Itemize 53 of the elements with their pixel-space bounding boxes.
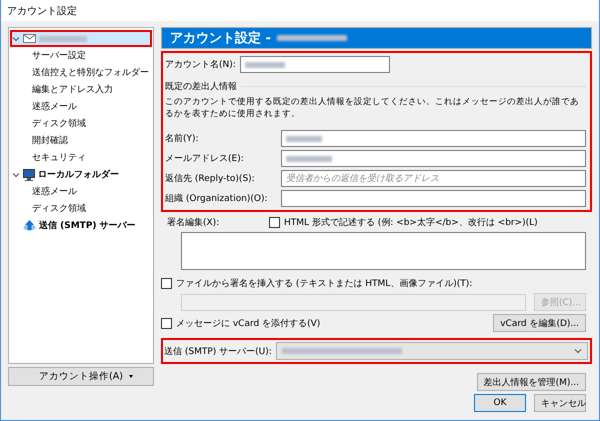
chevron-icon[interactable]	[574, 347, 582, 355]
chevron-icon[interactable]	[12, 170, 20, 178]
checkbox-label: HTML 形式で記述する (例: <b>太字</b>、改行は <br>)(L)	[284, 216, 538, 229]
field-label: メールアドレス(E):	[165, 153, 245, 165]
blurred-text	[244, 62, 285, 68]
input-field[interactable]	[281, 130, 586, 147]
field-label: 組織 (Organization)(O):	[165, 192, 269, 205]
field-label: 送信 (SMTP) サーバー(U):	[164, 346, 272, 358]
checkbox-label: メッセージに vCard を添付する(V)	[176, 318, 320, 330]
tree-item[interactable]: 送信 (SMTP) サーバー	[10, 217, 152, 234]
blurred-text	[39, 36, 87, 42]
ok-button[interactable]: OK	[474, 394, 526, 412]
signature-text-area[interactable]	[181, 232, 586, 270]
tree-item[interactable]: 開封確認	[10, 132, 152, 149]
envelope-icon	[23, 34, 36, 43]
chevron-icon[interactable]	[12, 34, 20, 42]
blurred-text	[276, 35, 347, 41]
tree-item[interactable]: ディスク領域	[10, 115, 152, 132]
description-text: このアカウントで使用する既定の差出人情報を設定してください。これはメッセージの差出人が誰であるかを表すために使用されます。	[165, 96, 580, 120]
checkbox[interactable]	[269, 217, 280, 228]
tree-item[interactable]: 迷惑メール	[10, 183, 152, 200]
tree-item[interactable]: 送信控えと特別なフォルダー	[10, 64, 152, 81]
input-field[interactable]	[281, 190, 586, 207]
input-field[interactable]	[281, 150, 586, 167]
group-legend: 既定の差出人情報	[165, 80, 237, 93]
upload-icon	[23, 220, 36, 231]
input-field[interactable]: 受信者からの返信を受け取るアドレス	[281, 170, 586, 187]
caret-icon	[129, 375, 133, 378]
tree-item[interactable]: ディスク領域	[10, 200, 152, 217]
tree-item[interactable]: 迷惑メール	[10, 98, 152, 115]
file-path-field[interactable]	[181, 294, 526, 310]
field-label: アカウント名(N):	[165, 58, 236, 71]
panel-header: アカウント設定 -	[161, 27, 592, 49]
field-label: 返信先 (Reply-to)(S):	[165, 172, 256, 185]
account-actions-button[interactable]: アカウント操作(A)	[8, 367, 154, 386]
tree-item[interactable]	[10, 30, 152, 47]
blurred-text	[286, 136, 322, 142]
checkbox[interactable]	[161, 278, 172, 289]
window-title: アカウント設定	[7, 4, 77, 18]
tree-item[interactable]: セキュリティ	[10, 149, 152, 166]
cancel-button[interactable]: キャンセル	[534, 394, 586, 412]
computer-icon	[23, 168, 35, 180]
tree-item[interactable]: サーバー設定	[10, 47, 152, 64]
tree-item[interactable]: 編集とアドレス入力	[10, 81, 152, 98]
blurred-text	[286, 156, 332, 162]
input-field[interactable]	[240, 56, 390, 73]
tree-item[interactable]: ローカルフォルダー	[10, 166, 152, 183]
manage-identities-button[interactable]: 差出人情報を管理(M)...	[476, 373, 586, 391]
field-label: 名前(Y):	[165, 132, 200, 145]
edit-vcard-button[interactable]: vCard を編集(D)...	[493, 314, 586, 332]
field-label: 署名編集(X):	[167, 216, 220, 229]
checkbox[interactable]	[161, 318, 172, 328]
checkbox-label: ファイルから署名を挿入する (テキストまたは HTML、画像ファイル)(T):	[176, 278, 472, 290]
